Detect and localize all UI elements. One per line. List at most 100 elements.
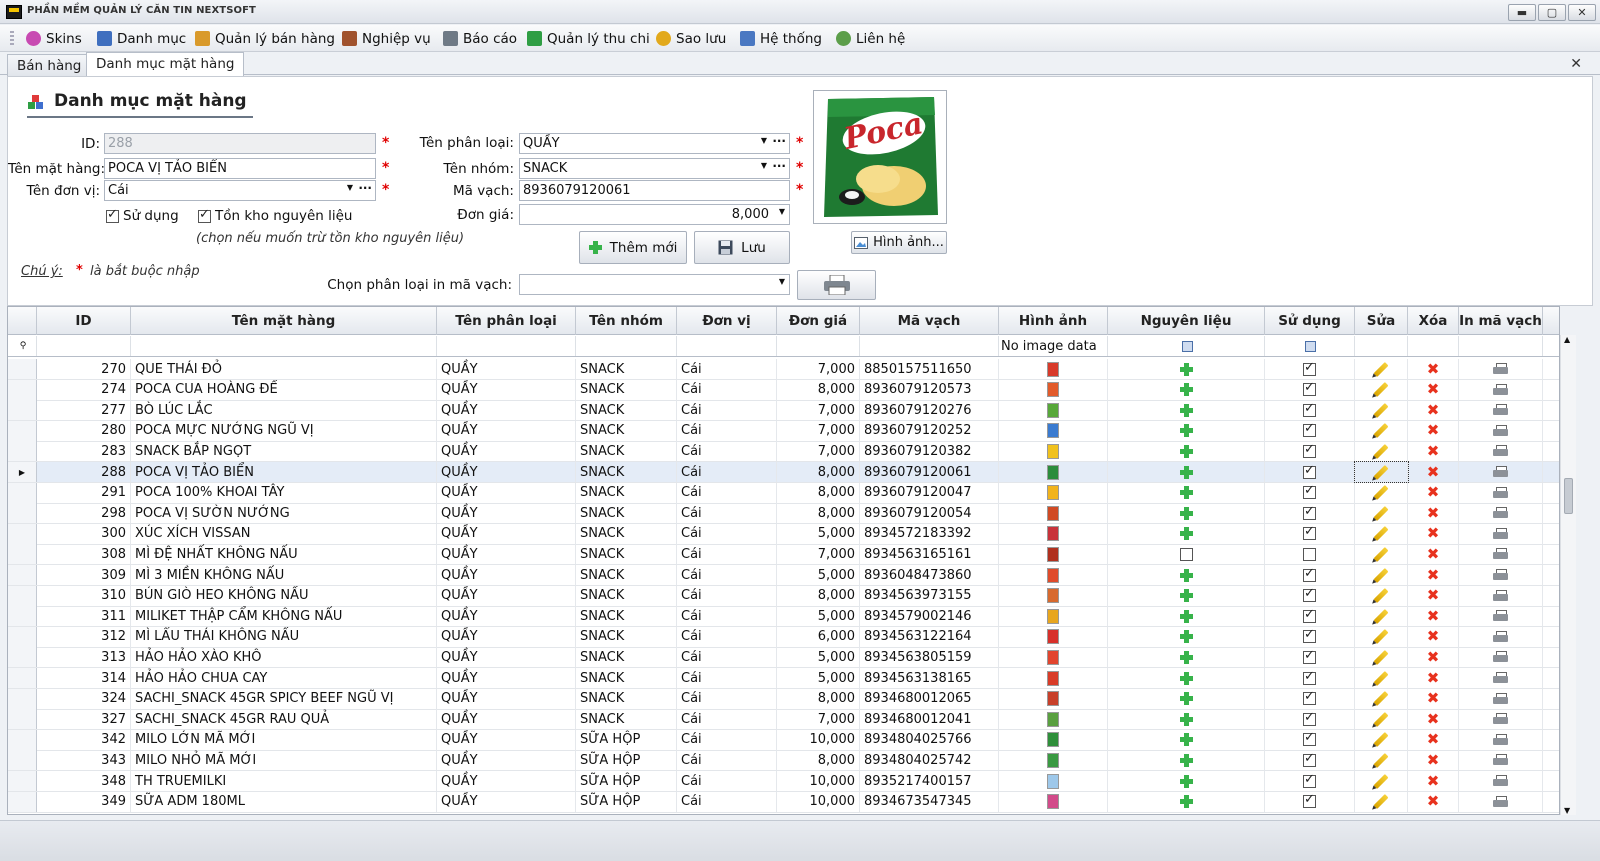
printer-icon[interactable] bbox=[1493, 527, 1508, 540]
header-col-category[interactable]: Tên phân loại bbox=[437, 307, 576, 335]
use-checkbox-icon[interactable] bbox=[1303, 669, 1316, 685]
pencil-icon[interactable] bbox=[1373, 505, 1389, 521]
table-row[interactable]: 310 BÚN GIÒ HEO KHÔNG NẤU QUẦY SNACK Cái 8,00… bbox=[8, 585, 1559, 607]
chevron-down-icon[interactable]: ▼ bbox=[779, 277, 785, 286]
printer-icon[interactable] bbox=[1493, 363, 1508, 375]
chevron-down-icon[interactable]: ▼ bbox=[779, 207, 785, 216]
filter-col-image[interactable]: No image data bbox=[999, 336, 1108, 356]
menu-item-7[interactable]: Hệ thống bbox=[740, 29, 822, 48]
col-print-cell[interactable] bbox=[1459, 585, 1543, 606]
col-print-cell[interactable] bbox=[1459, 791, 1543, 812]
table-row[interactable]: 314 HẢO HẢO CHUA CAY QUẦY SNACK Cái 5,000 8934… bbox=[8, 668, 1559, 689]
tab-ban-hang[interactable]: Bán hàng bbox=[7, 54, 92, 76]
row-indicator[interactable] bbox=[8, 441, 37, 462]
col-edit-cell[interactable] bbox=[1355, 688, 1408, 709]
delete-x-icon[interactable]: ✖ bbox=[1427, 670, 1440, 686]
delete-x-icon[interactable]: ✖ bbox=[1427, 402, 1440, 418]
pencil-icon[interactable] bbox=[1373, 608, 1389, 624]
price-spinner[interactable]: 8,000 ▼ bbox=[519, 204, 790, 225]
filter-col-barcode[interactable] bbox=[860, 336, 999, 356]
pencil-icon[interactable] bbox=[1373, 649, 1389, 665]
plus-icon[interactable] bbox=[1179, 527, 1193, 541]
id-field[interactable]: 288 bbox=[104, 133, 376, 154]
plus-icon[interactable] bbox=[1179, 650, 1193, 664]
table-row[interactable]: 277 BÒ LÚC LẮC QUẦY SNACK Cái 7,000 8936079120… bbox=[8, 400, 1559, 422]
header-col-id[interactable]: ID bbox=[37, 307, 131, 335]
row-indicator[interactable] bbox=[8, 585, 37, 606]
use-checkbox-icon[interactable] bbox=[1303, 730, 1316, 747]
use-checkbox-icon[interactable] bbox=[1303, 689, 1316, 706]
delete-x-icon[interactable]: ✖ bbox=[1427, 691, 1440, 706]
ellipsis-icon[interactable]: ··· bbox=[358, 181, 372, 195]
plus-icon[interactable] bbox=[1179, 692, 1193, 706]
delete-x-icon[interactable]: ✖ bbox=[1427, 443, 1440, 459]
col-edit-cell[interactable] bbox=[1355, 626, 1408, 647]
table-row[interactable]: 300 XÚC XÍCH VISSAN QUẦY SNACK Cái 5,000 89345… bbox=[8, 523, 1559, 545]
plus-icon[interactable] bbox=[1179, 774, 1193, 788]
row-indicator[interactable] bbox=[8, 729, 37, 750]
plus-icon[interactable] bbox=[1179, 506, 1193, 520]
group-select[interactable]: SNACK ▼ ··· bbox=[519, 158, 790, 179]
use-checkbox-icon[interactable] bbox=[1303, 627, 1316, 644]
table-row[interactable]: 349 SỮA ADM 180ML QUẦY SỮA HỘP Cái 10,000 8934… bbox=[8, 791, 1559, 813]
col-print-cell[interactable] bbox=[1459, 688, 1543, 709]
row-indicator[interactable] bbox=[8, 359, 37, 379]
filter-col-group[interactable] bbox=[576, 336, 677, 356]
category-select[interactable]: QUẦY ▼ ··· bbox=[519, 133, 790, 154]
row-indicator[interactable] bbox=[8, 606, 37, 627]
menu-item-5[interactable]: Quản lý thu chi bbox=[527, 29, 650, 48]
row-indicator[interactable] bbox=[8, 482, 37, 503]
printer-icon[interactable] bbox=[1493, 383, 1508, 396]
scrollbar-thumb[interactable] bbox=[1564, 478, 1573, 514]
col-edit-cell[interactable] bbox=[1354, 461, 1409, 483]
table-row[interactable]: 324 SACHI_SNACK 45GR SPICY BEEF NGŨ VỊ QUẦ… bbox=[8, 688, 1559, 710]
table-row[interactable]: 291 POCA 100% KHOAI TÂY QUẦY SNACK Cái 8,000 8… bbox=[8, 482, 1559, 504]
row-indicator[interactable] bbox=[8, 379, 37, 400]
table-row[interactable]: 270 QUE THÁI ĐỎ QUẦY SNACK Cái 7,000 885015751… bbox=[8, 359, 1559, 380]
grid-vertical-scrollbar[interactable]: ▲ ▼ bbox=[1560, 335, 1576, 815]
filter-checkbox[interactable] bbox=[1305, 340, 1316, 352]
row-indicator[interactable] bbox=[8, 565, 37, 585]
use-checkbox-icon[interactable] bbox=[1303, 421, 1316, 438]
barcode-field[interactable]: 8936079120061 bbox=[519, 180, 790, 201]
delete-x-icon[interactable]: ✖ bbox=[1427, 546, 1440, 562]
delete-x-icon[interactable]: ✖ bbox=[1427, 382, 1440, 397]
col-delete-cell[interactable]: ✖ bbox=[1408, 771, 1459, 791]
table-row[interactable]: 327 SACHI_SNACK 45GR RAU QUẢ QUẦY SNACK Cái 7… bbox=[8, 709, 1559, 731]
printer-icon[interactable] bbox=[1493, 795, 1508, 808]
delete-x-icon[interactable]: ✖ bbox=[1427, 649, 1440, 665]
table-row[interactable]: 298 POCA VỊ SƯỜN NƯỚNG QUẦY SNACK Cái 8,000 89… bbox=[8, 503, 1559, 525]
filter-col-delete[interactable] bbox=[1408, 336, 1459, 356]
pencil-icon[interactable] bbox=[1373, 752, 1389, 768]
item-name-field[interactable]: POCA VỊ TẢO BIỂN bbox=[104, 158, 376, 179]
chevron-down-icon[interactable]: ▼ bbox=[347, 183, 353, 192]
col-delete-cell[interactable]: ✖ bbox=[1408, 729, 1459, 750]
col-edit-cell[interactable] bbox=[1355, 379, 1408, 400]
col-delete-cell[interactable]: ✖ bbox=[1408, 462, 1459, 482]
plus-icon[interactable] bbox=[1179, 795, 1193, 809]
col-delete-cell[interactable]: ✖ bbox=[1408, 400, 1459, 421]
row-indicator[interactable] bbox=[8, 647, 37, 668]
printer-icon[interactable] bbox=[1493, 630, 1508, 643]
table-row[interactable]: 283 SNACK BẮP NGỌT QUẦY SNACK Cái 7,000 893607… bbox=[8, 441, 1559, 463]
checkbox-box[interactable] bbox=[106, 207, 119, 223]
col-print-cell[interactable] bbox=[1459, 771, 1543, 791]
print-category-select[interactable]: ▼ bbox=[519, 274, 790, 295]
printer-icon[interactable] bbox=[1493, 692, 1508, 705]
table-row[interactable]: 342 MILO LỚN MÃ MỚI QUẦY SỮA HỘP Cái 10,000 89… bbox=[8, 729, 1559, 751]
printer-icon[interactable] bbox=[1493, 713, 1508, 725]
menu-item-0[interactable]: Skins bbox=[26, 29, 82, 48]
delete-x-icon[interactable]: ✖ bbox=[1427, 732, 1440, 747]
row-indicator[interactable] bbox=[8, 771, 37, 791]
plus-icon[interactable] bbox=[1179, 383, 1193, 397]
col-print-cell[interactable] bbox=[1459, 606, 1543, 627]
pencil-icon[interactable] bbox=[1373, 732, 1389, 748]
header-col-print[interactable]: In mã vạch bbox=[1459, 307, 1543, 335]
col-print-cell[interactable] bbox=[1459, 482, 1543, 503]
table-row[interactable]: 309 MÌ 3 MIỀN KHÔNG NẤU QUẦY SNACK Cái 5,000 8… bbox=[8, 565, 1559, 586]
printer-icon[interactable] bbox=[1493, 466, 1508, 478]
pencil-icon[interactable] bbox=[1373, 629, 1389, 645]
col-edit-cell[interactable] bbox=[1355, 771, 1408, 791]
table-row[interactable]: 308 MÌ ĐỆ NHẤT KHÔNG NẤU QUẦY SNACK Cái 7,000… bbox=[8, 544, 1559, 566]
printer-icon[interactable] bbox=[1493, 672, 1508, 684]
